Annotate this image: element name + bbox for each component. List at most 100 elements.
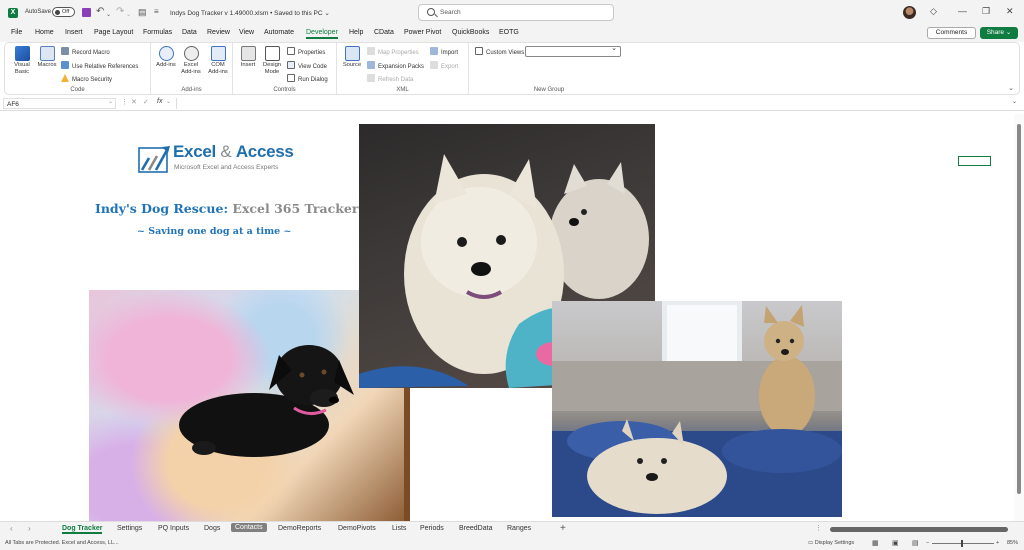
add-sheet-icon[interactable]: + bbox=[560, 523, 566, 534]
ribbon: Visual Basic Macros Record Macro Use Rel… bbox=[4, 42, 1020, 95]
macros-button[interactable]: Macros bbox=[36, 46, 58, 69]
custom-views-dropdown[interactable] bbox=[525, 44, 621, 57]
zoom-slider-knob[interactable] bbox=[961, 540, 963, 547]
selected-cell-af6[interactable] bbox=[958, 156, 991, 166]
page-break-view-icon[interactable]: ▤ bbox=[912, 539, 919, 547]
restore-icon[interactable]: ❐ bbox=[982, 6, 990, 17]
zoom-out-icon[interactable]: − bbox=[926, 540, 929, 546]
sheet-tab-breeddata[interactable]: BreedData bbox=[459, 525, 492, 532]
name-box[interactable]: AF6 bbox=[3, 98, 116, 109]
addins-label: Add-ins bbox=[156, 62, 176, 68]
close-icon[interactable]: ✕ bbox=[1006, 6, 1014, 17]
horizontal-scrollbar[interactable] bbox=[830, 527, 1008, 532]
tab-splitter-icon[interactable]: ⋮ bbox=[815, 524, 822, 532]
search-placeholder: Search bbox=[440, 9, 461, 16]
undo-icon[interactable]: ↶ bbox=[96, 6, 104, 18]
scroll-tabs-right-icon[interactable]: › bbox=[28, 524, 31, 533]
source-label: Source bbox=[342, 62, 362, 68]
page-layout-view-icon[interactable]: ▣ bbox=[892, 539, 899, 547]
tab-file[interactable]: File bbox=[11, 29, 22, 36]
comments-button[interactable]: Comments bbox=[927, 27, 976, 39]
tab-quickbooks[interactable]: QuickBooks bbox=[452, 29, 489, 36]
tab-review[interactable]: Review bbox=[207, 29, 230, 36]
tab-home[interactable]: Home bbox=[35, 29, 54, 36]
map-properties-button[interactable]: Map Properties bbox=[367, 47, 419, 56]
tab-view[interactable]: View bbox=[239, 29, 254, 36]
cancel-icon[interactable]: ✕ bbox=[131, 98, 137, 106]
share-button[interactable]: Share ⌄ bbox=[980, 27, 1018, 39]
tab-power-pivot[interactable]: Power Pivot bbox=[404, 29, 441, 36]
document-title[interactable]: Indys Dog Tracker v 1.49000.xlsm • Saved… bbox=[170, 9, 330, 17]
worksheet-grid[interactable]: Excel & Access Microsoft Excel and Acces… bbox=[0, 114, 1014, 521]
redo-icon[interactable]: ↷ bbox=[116, 6, 124, 18]
insert-control-button[interactable]: Insert bbox=[237, 46, 259, 69]
com-addins-button[interactable]: COM Add-ins bbox=[205, 46, 231, 76]
fx-dropdown-icon[interactable]: ⌄ bbox=[166, 98, 171, 105]
relative-refs-button[interactable]: Use Relative References bbox=[61, 61, 138, 70]
view-code-icon bbox=[287, 61, 295, 69]
sheet-tab-lists[interactable]: Lists bbox=[392, 525, 406, 532]
normal-view-icon[interactable]: ▦ bbox=[872, 539, 879, 547]
tab-formulas[interactable]: Formulas bbox=[143, 29, 172, 36]
sheet-tab-pq-inputs[interactable]: PQ Inputs bbox=[158, 525, 189, 532]
name-box-dropdown-icon[interactable]: ⌄ bbox=[108, 98, 113, 105]
tab-data[interactable]: Data bbox=[182, 29, 197, 36]
avatar[interactable] bbox=[903, 6, 916, 19]
visual-basic-button[interactable]: Visual Basic bbox=[9, 46, 35, 76]
form-icon[interactable]: ▤ bbox=[138, 6, 147, 18]
custom-views-button[interactable]: Custom Views bbox=[475, 47, 524, 56]
customize-qat-icon[interactable]: ≡ bbox=[154, 6, 159, 18]
autosave-toggle[interactable]: Off bbox=[52, 7, 75, 17]
enter-icon[interactable]: ✓ bbox=[143, 98, 149, 106]
expand-formula-bar-icon[interactable]: ⌄ bbox=[1012, 98, 1017, 105]
toolbox-icon bbox=[240, 46, 256, 61]
zoom-in-icon[interactable]: + bbox=[996, 540, 999, 546]
macro-security-button[interactable]: Macro Security bbox=[61, 74, 112, 83]
sheet-tab-dog-tracker[interactable]: Dog Tracker bbox=[62, 525, 103, 534]
run-dialog-button[interactable]: Run Dialog bbox=[287, 74, 328, 83]
zoom-slider-track[interactable] bbox=[932, 543, 994, 544]
vertical-scrollbar[interactable] bbox=[1014, 114, 1024, 521]
record-macro-button[interactable]: Record Macro bbox=[61, 47, 110, 56]
formula-input[interactable] bbox=[176, 98, 1011, 109]
save-icon[interactable] bbox=[82, 8, 91, 17]
display-settings-button[interactable]: ▭ Display Settings bbox=[808, 540, 854, 546]
sheet-tab-ranges[interactable]: Ranges bbox=[507, 525, 531, 532]
tab-developer[interactable]: Developer bbox=[306, 29, 338, 39]
vertical-scroll-thumb[interactable] bbox=[1017, 124, 1021, 494]
expansion-packs-button[interactable]: Expansion Packs bbox=[367, 61, 424, 70]
undo-dropdown-icon[interactable]: ⌄ bbox=[106, 9, 111, 21]
redo-dropdown-icon[interactable]: ⌄ bbox=[126, 9, 131, 21]
zoom-level[interactable]: 85% bbox=[1007, 540, 1018, 546]
insert-function-icon[interactable]: fx bbox=[157, 98, 162, 105]
view-code-button[interactable]: View Code bbox=[287, 61, 327, 70]
import-button[interactable]: Import bbox=[430, 47, 458, 56]
tab-help[interactable]: Help bbox=[349, 29, 363, 36]
diamond-icon[interactable]: ◇ bbox=[930, 6, 937, 17]
tab-eotg[interactable]: EOTG bbox=[499, 29, 519, 36]
excel-addins-button[interactable]: Excel Add-ins bbox=[178, 46, 204, 76]
search-box[interactable]: Search bbox=[418, 4, 614, 21]
tab-insert[interactable]: Insert bbox=[65, 29, 83, 36]
refresh-data-button[interactable]: Refresh Data bbox=[367, 74, 413, 83]
sheet-tab-periods[interactable]: Periods bbox=[420, 525, 444, 532]
sheet-tab-settings[interactable]: Settings bbox=[117, 525, 142, 532]
minimize-icon[interactable]: — bbox=[958, 6, 967, 16]
collapse-ribbon-icon[interactable]: ⌄ bbox=[1008, 84, 1014, 92]
sheet-tab-dogs[interactable]: Dogs bbox=[204, 525, 220, 532]
source-button[interactable]: Source bbox=[341, 46, 363, 69]
design-mode-button[interactable]: Design Mode bbox=[260, 46, 284, 76]
sheet-tab-contacts[interactable]: Contacts bbox=[231, 523, 267, 532]
tab-cdata[interactable]: CData bbox=[374, 29, 394, 36]
addins-button[interactable]: Add-ins bbox=[155, 46, 177, 69]
scroll-tabs-left-icon[interactable]: ‹ bbox=[10, 524, 13, 533]
tab-page-layout[interactable]: Page Layout bbox=[94, 29, 133, 36]
code-group: Visual Basic Macros Record Macro Use Rel… bbox=[5, 43, 151, 95]
properties-button[interactable]: Properties bbox=[287, 47, 325, 56]
export-button[interactable]: Export bbox=[430, 61, 458, 70]
new-group-label: New Group bbox=[533, 87, 565, 93]
tab-automate[interactable]: Automate bbox=[264, 29, 294, 36]
sheet-tab-demoreports[interactable]: DemoReports bbox=[278, 525, 321, 532]
sheet-tab-demopivots[interactable]: DemoPivots bbox=[338, 525, 376, 532]
couch-dogs-photo[interactable] bbox=[552, 301, 842, 517]
